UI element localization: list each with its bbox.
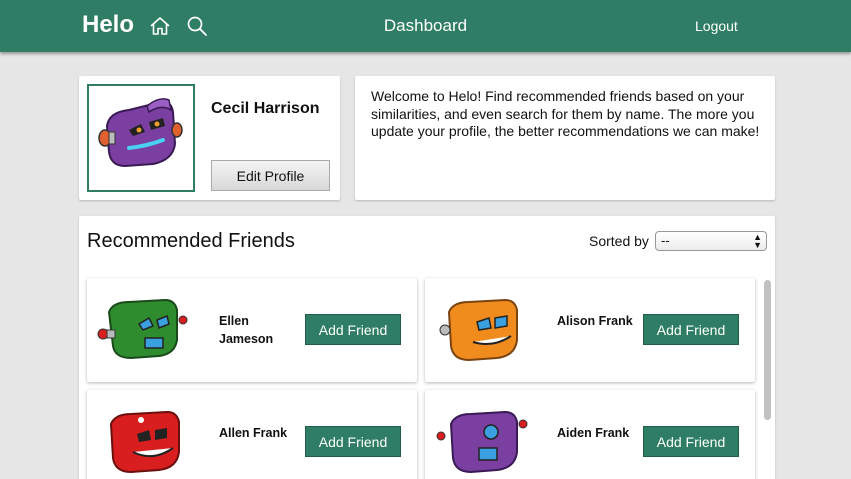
friend-name: Aiden Frank xyxy=(557,426,630,440)
profile-card: Cecil Harrison Edit Profile xyxy=(79,76,340,200)
home-icon[interactable] xyxy=(149,15,171,37)
friend-card: Alison Frank Add Friend xyxy=(425,278,755,382)
select-arrows-icon: ▲ ▼ xyxy=(753,232,762,250)
welcome-card: Welcome to Helo! Find recommended friend… xyxy=(355,76,775,200)
brand-logo[interactable]: Helo xyxy=(82,11,134,39)
profile-name: Cecil Harrison xyxy=(211,100,320,117)
robot-avatar-icon xyxy=(439,298,518,362)
friend-name: Alison Frank xyxy=(557,314,633,328)
top-nav-bar: Helo Dashboard Logout xyxy=(0,0,851,52)
edit-profile-button[interactable]: Edit Profile xyxy=(211,160,330,191)
sort-select[interactable]: -- ▲ ▼ xyxy=(655,231,767,251)
logout-link[interactable]: Logout xyxy=(695,18,738,34)
welcome-message: Welcome to Helo! Find recommended friend… xyxy=(371,88,760,139)
friend-card: Aiden Frank Add Friend xyxy=(425,390,755,479)
robot-avatar-icon xyxy=(436,410,528,474)
add-friend-button[interactable]: Add Friend xyxy=(643,426,739,457)
scrollbar[interactable] xyxy=(761,276,773,479)
robot-avatar-icon xyxy=(109,410,180,474)
profile-avatar xyxy=(87,84,195,192)
friend-name: Allen Frank xyxy=(219,426,288,440)
scrollbar-thumb[interactable] xyxy=(764,280,771,420)
friend-name: Ellen Jameson xyxy=(219,314,274,346)
recommended-friends-panel: Recommended Friends Sorted by -- ▲ ▼ Elle… xyxy=(79,216,775,479)
add-friend-button[interactable]: Add Friend xyxy=(643,314,739,345)
robot-avatar-icon xyxy=(97,298,188,360)
sort-label: Sorted by xyxy=(589,233,649,249)
add-friend-button[interactable]: Add Friend xyxy=(305,314,401,345)
robot-avatar-icon xyxy=(98,98,183,168)
sort-select-value: -- xyxy=(661,233,670,248)
search-icon[interactable] xyxy=(186,15,208,37)
friend-card: Allen Frank Add Friend xyxy=(87,390,417,479)
friend-card: Ellen Jameson Add Friend xyxy=(87,278,417,382)
section-title: Recommended Friends xyxy=(87,230,295,252)
page-title-text: Dashboard xyxy=(383,16,468,35)
add-friend-button[interactable]: Add Friend xyxy=(305,426,401,457)
